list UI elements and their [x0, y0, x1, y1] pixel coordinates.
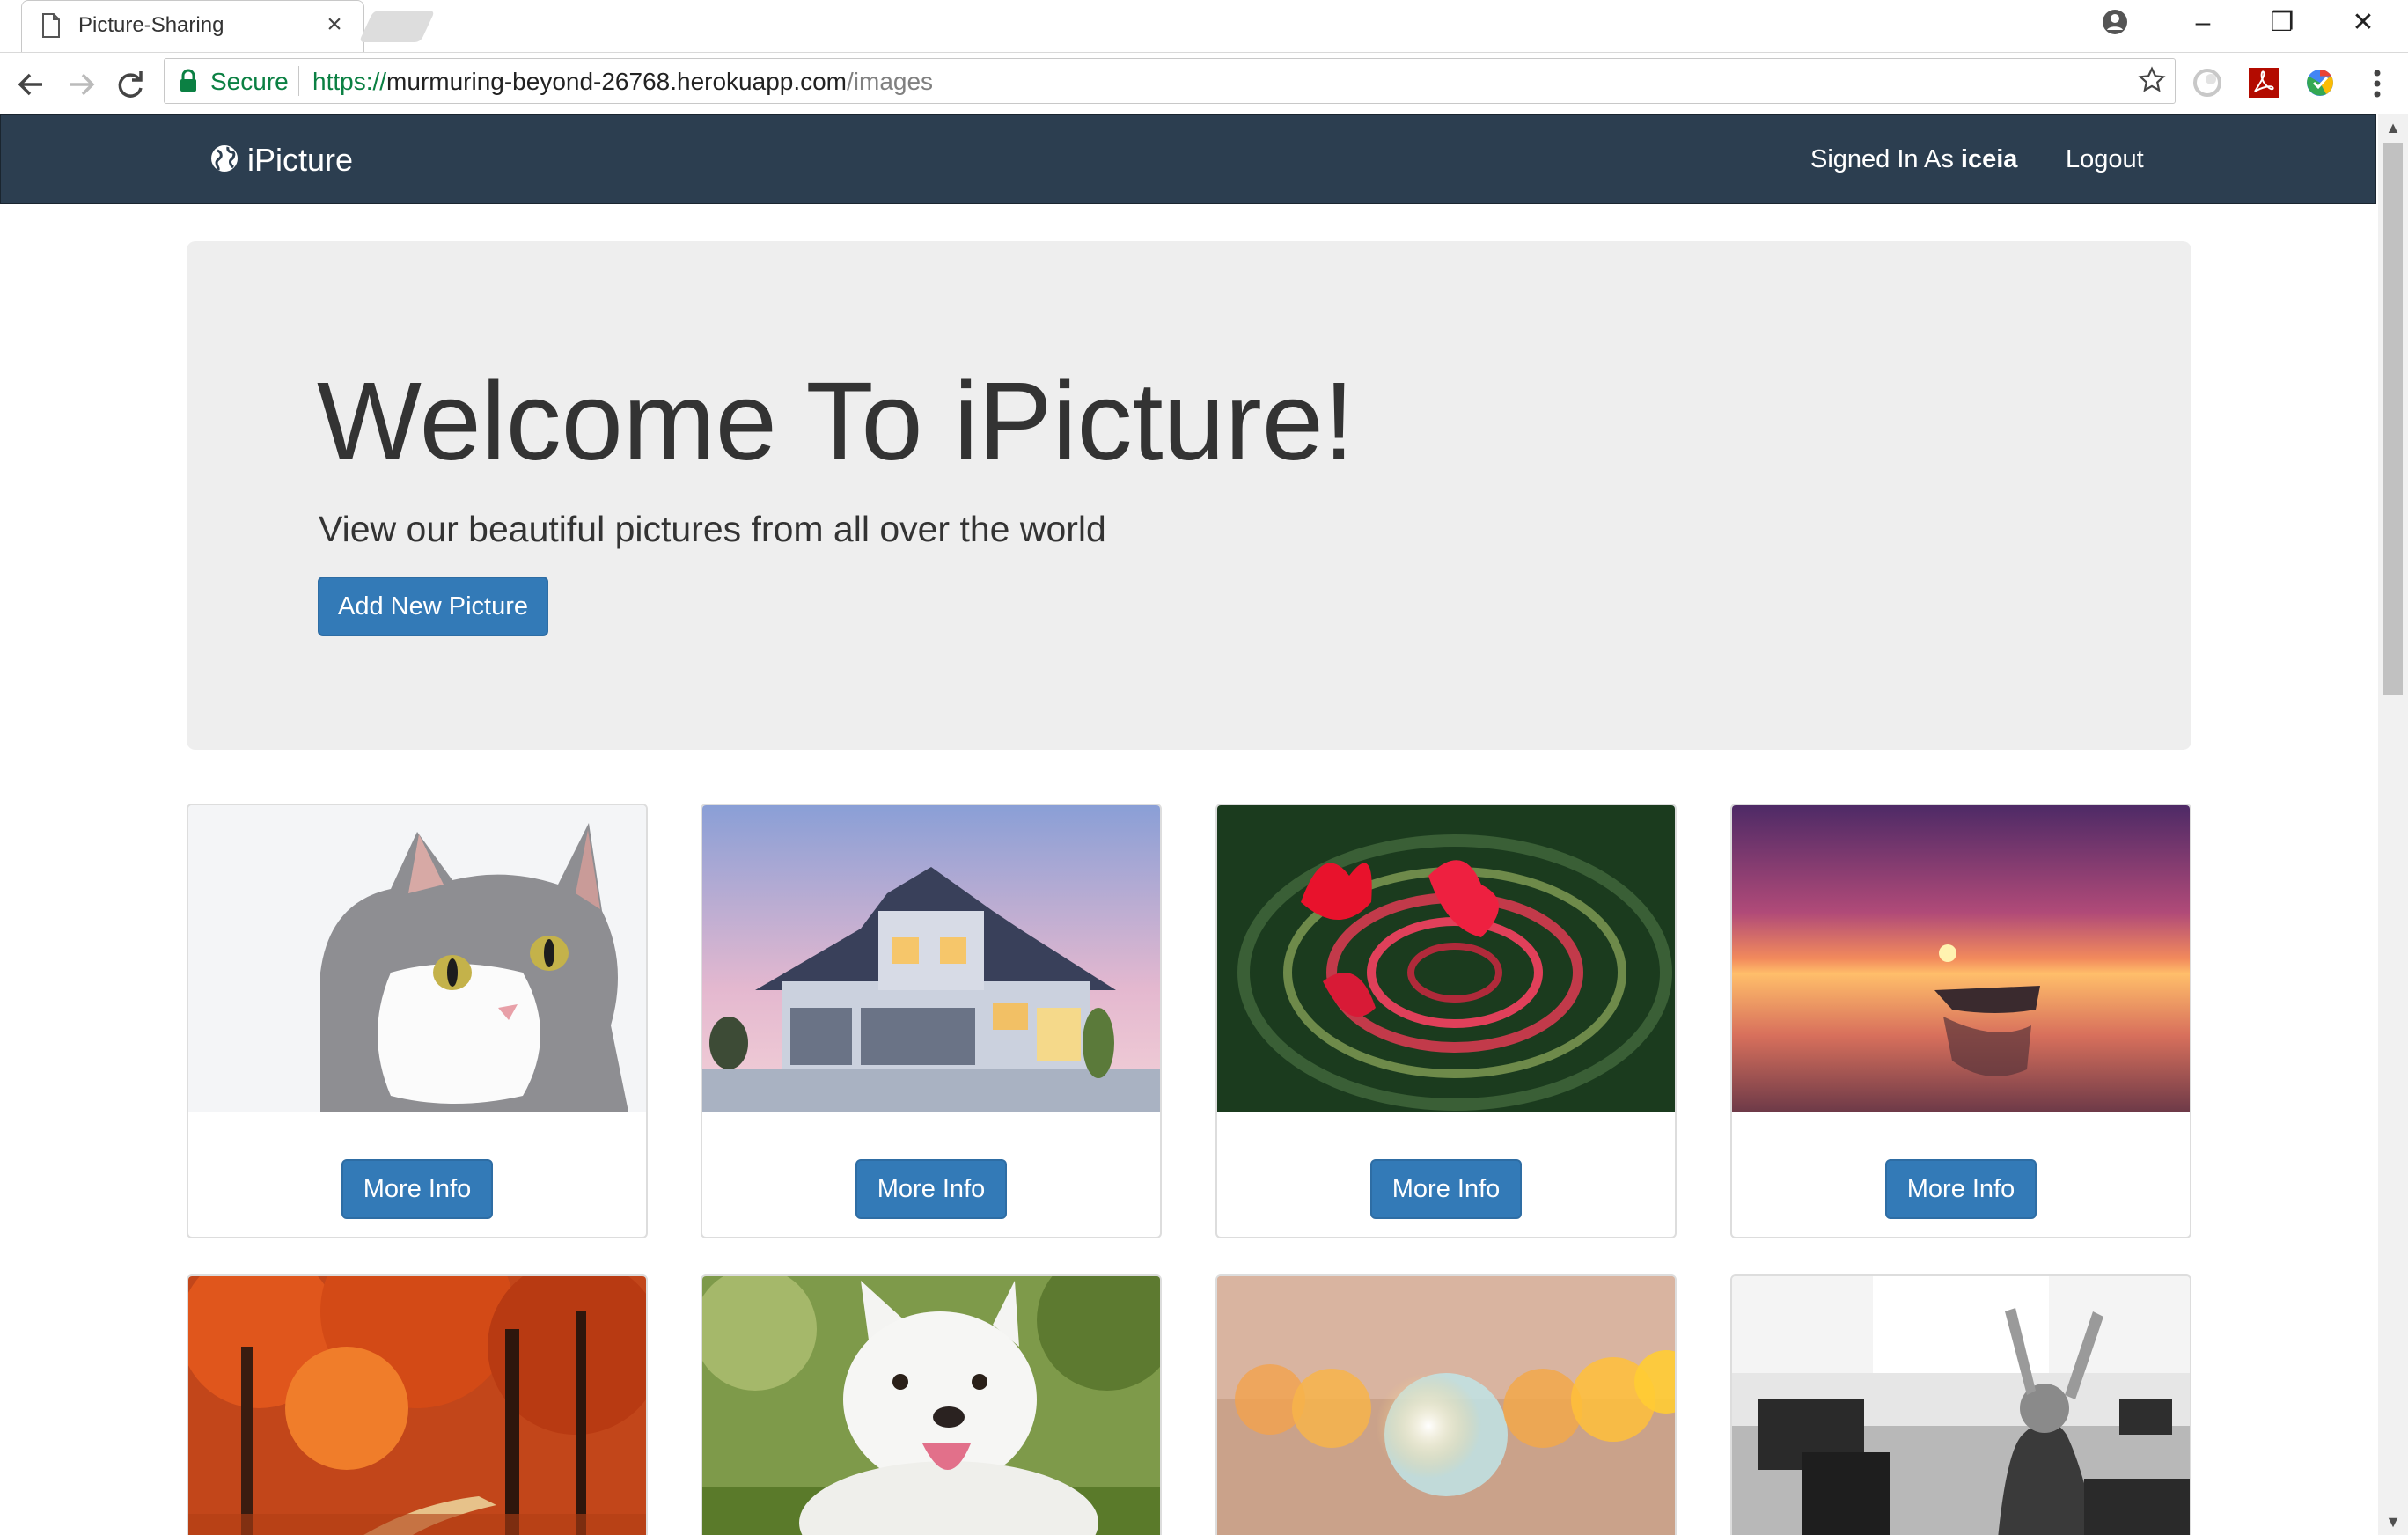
close-window-button[interactable]: ✕ — [2324, 0, 2403, 51]
back-icon[interactable] — [11, 63, 53, 106]
secure-label: Secure — [210, 68, 289, 95]
scroll-up-icon[interactable]: ▲ — [2378, 114, 2408, 141]
more-info-button[interactable]: More Info — [1370, 1159, 1522, 1219]
gallery-card-house: More Info — [701, 804, 1162, 1238]
url-path: /images — [847, 68, 934, 95]
profile-icon[interactable] — [2102, 9, 2128, 40]
gallery-card-cat: More Info — [187, 804, 648, 1238]
sunset-boat-photo[interactable] — [1732, 805, 2190, 1112]
bookmark-star-icon[interactable] — [2138, 66, 2166, 99]
restore-button[interactable]: ❐ — [2243, 0, 2322, 51]
signed-in-label: Signed In As — [1810, 145, 1954, 173]
address-bar[interactable]: Secure https://murmuring-beyond-26768.he… — [164, 58, 2176, 104]
site-navbar: iPicture Signed In As iceia Logout — [0, 114, 2376, 204]
globe-icon — [210, 144, 239, 177]
gallery-card-flower: More Info — [1215, 804, 1677, 1238]
more-info-button[interactable]: More Info — [341, 1159, 493, 1219]
minimize-button[interactable]: – — [2163, 0, 2243, 51]
browser-tab[interactable]: Picture-Sharing × — [21, 0, 364, 52]
gallery-card-autumn — [187, 1274, 648, 1535]
bokeh-lights-photo[interactable] — [1217, 1276, 1675, 1535]
gallery-card-sunset: More Info — [1730, 804, 2191, 1238]
signed-in-status: Signed In As iceia — [1810, 145, 2017, 174]
welcome-jumbotron: Welcome To iPicture! View our beautiful … — [187, 241, 2191, 750]
page-title: Welcome To iPicture! — [317, 359, 1354, 483]
browser-menu-icon[interactable] — [2364, 65, 2390, 102]
scrollbar-thumb[interactable] — [2383, 143, 2403, 695]
add-new-picture-button[interactable]: Add New Picture — [318, 577, 548, 636]
gallery-card-office — [1730, 1274, 2191, 1535]
google-extension-icon[interactable] — [2302, 65, 2338, 100]
more-info-button[interactable]: More Info — [855, 1159, 1007, 1219]
forward-icon[interactable] — [60, 63, 102, 106]
logout-link[interactable]: Logout — [2066, 145, 2144, 174]
url-host: murmuring-beyond-26768.herokuapp.com — [386, 68, 848, 95]
house-photo[interactable] — [702, 805, 1160, 1112]
pdf-extension-icon[interactable] — [2246, 65, 2281, 100]
cat-photo[interactable] — [188, 805, 646, 1112]
omnibox-divider — [298, 66, 299, 96]
gallery-card-dog — [701, 1274, 1162, 1535]
url-scheme: https:// — [312, 68, 387, 95]
tab-close-icon[interactable]: × — [319, 10, 349, 40]
reload-icon[interactable] — [109, 63, 151, 106]
new-tab-button[interactable] — [358, 11, 436, 42]
office-stretch-photo[interactable] — [1732, 1276, 2190, 1535]
vertical-scrollbar[interactable]: ▲ ▼ — [2378, 114, 2408, 1535]
scroll-down-icon[interactable]: ▼ — [2378, 1509, 2408, 1535]
flower-ripples-photo[interactable] — [1217, 805, 1675, 1112]
gallery-card-bokeh — [1215, 1274, 1677, 1535]
signed-in-username: iceia — [1960, 145, 2018, 173]
autumn-forest-photo[interactable] — [188, 1276, 646, 1535]
lock-icon — [179, 69, 198, 98]
page-icon — [41, 13, 61, 42]
browser-toolbar: Secure https://murmuring-beyond-26768.he… — [0, 53, 2408, 114]
white-dog-photo[interactable] — [702, 1276, 1160, 1535]
tab-title: Picture-Sharing — [78, 13, 224, 37]
brand-link[interactable]: iPicture — [210, 140, 353, 180]
page-viewport: iPicture Signed In As iceia Logout Welco… — [0, 114, 2408, 1535]
extension-icon-grey[interactable] — [2190, 65, 2225, 100]
url-text: https://murmuring-beyond-26768.herokuapp… — [312, 68, 933, 96]
page-subtitle: View our beautiful pictures from all ove… — [319, 509, 1106, 549]
browser-tabstrip: Picture-Sharing × – ❐ ✕ — [0, 0, 2408, 53]
more-info-button[interactable]: More Info — [1885, 1159, 2037, 1219]
brand-text: iPicture — [247, 142, 354, 178]
